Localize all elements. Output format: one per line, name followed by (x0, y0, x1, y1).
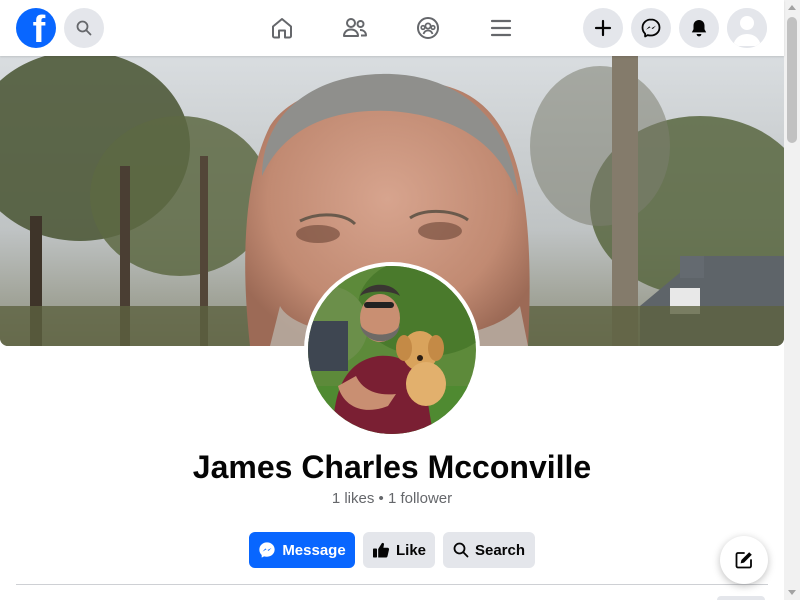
menu-icon (490, 19, 512, 37)
home-icon (272, 18, 292, 39)
tab-indicator (717, 596, 765, 600)
message-button-label: Message (282, 541, 346, 559)
tab-home[interactable] (262, 8, 302, 48)
profile-stats[interactable]: 1 likes • 1 follower (0, 489, 784, 509)
messenger-icon (259, 542, 275, 558)
scroll-up-arrow-icon[interactable] (788, 5, 796, 10)
compose-icon (735, 552, 752, 569)
bell-icon (691, 20, 707, 37)
messenger-button[interactable] (631, 8, 671, 48)
logo-letter: f (32, 9, 46, 48)
groups-icon (417, 17, 439, 39)
message-button[interactable]: Message (249, 532, 355, 568)
search-profile-button[interactable]: Search (443, 532, 535, 568)
search-button-label: Search (474, 541, 526, 559)
section-divider (16, 584, 768, 585)
facebook-logo-icon[interactable]: f (16, 8, 56, 48)
profile-picture-image (308, 266, 476, 434)
profile-picture[interactable] (304, 262, 480, 438)
messenger-icon (641, 18, 661, 38)
profile-name: James Charles Mcconville (192, 449, 592, 485)
notifications-button[interactable] (679, 8, 719, 48)
like-button[interactable]: Like (363, 532, 435, 568)
scroll-down-arrow-icon[interactable] (788, 590, 796, 595)
scrollbar-thumb[interactable] (787, 17, 797, 143)
thumbs-up-icon (372, 542, 390, 558)
tab-menu[interactable] (481, 8, 521, 48)
friends-icon (343, 18, 367, 37)
avatar-icon (727, 8, 767, 48)
search-button[interactable] (64, 8, 104, 48)
compose-button[interactable] (720, 536, 768, 584)
account-button[interactable] (727, 8, 767, 48)
vertical-scrollbar[interactable] (784, 0, 800, 600)
like-button-label: Like (395, 541, 426, 559)
tab-groups[interactable] (408, 8, 448, 48)
plus-icon (594, 19, 612, 37)
tab-friends[interactable] (335, 8, 375, 48)
search-icon (453, 542, 469, 558)
create-button[interactable] (583, 8, 623, 48)
search-icon (76, 20, 92, 36)
top-navigation-bar: f (0, 0, 784, 56)
